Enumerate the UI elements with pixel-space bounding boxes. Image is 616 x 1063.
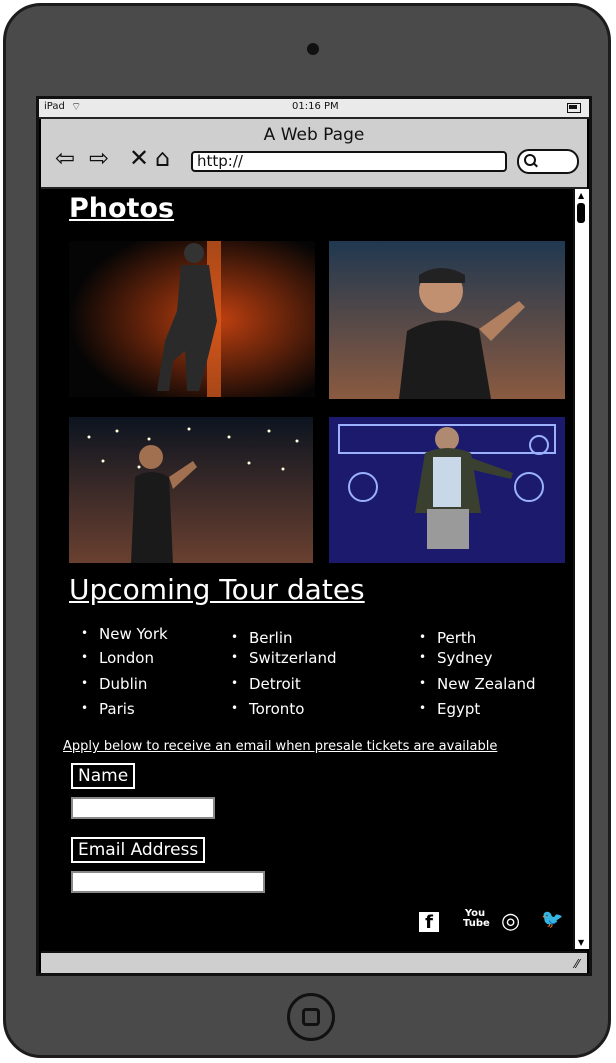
tour-city: Dublin	[81, 675, 148, 693]
facebook-icon[interactable]: f	[419, 909, 439, 933]
browser-bottom-bar: ⁄⁄	[41, 951, 587, 973]
status-time: 01:16 PM	[292, 101, 339, 112]
email-label: Email Address	[71, 837, 206, 863]
tour-city: Paris	[81, 700, 135, 718]
name-input[interactable]	[71, 797, 215, 819]
concert-photo-1[interactable]	[69, 241, 315, 397]
concert-photo-3[interactable]	[69, 417, 313, 563]
url-input[interactable]: http://	[191, 151, 507, 172]
concert-photo-2[interactable]	[329, 241, 565, 399]
name-label: Name	[71, 763, 136, 789]
home-button[interactable]	[287, 993, 335, 1041]
tour-city: New York	[81, 625, 168, 643]
tour-city: Sydney	[419, 649, 492, 667]
twitter-icon[interactable]: 🐦	[541, 909, 563, 930]
scroll-up-icon[interactable]: ▲	[578, 191, 584, 200]
wifi-icon: ⌔	[71, 100, 82, 113]
tour-city: Egypt	[419, 700, 480, 718]
device-label: iPad	[44, 101, 65, 112]
tour-city: London	[81, 649, 154, 667]
forward-arrow-icon[interactable]: ⇨	[89, 146, 109, 170]
status-bar: iPad ⌔ 01:16 PM	[39, 99, 589, 119]
youtube-icon[interactable]: You Tube	[463, 909, 490, 929]
tablet-frame: iPad ⌔ 01:16 PM A Web Page ⇦ ⇨ ✕ ⌂ http:…	[3, 3, 611, 1058]
camera-dot	[307, 43, 319, 55]
tour-city: Perth	[419, 629, 476, 647]
search-icon	[524, 154, 536, 166]
tour-city: Detroit	[231, 675, 301, 693]
page-title: A Web Page	[263, 125, 365, 145]
concert-photo-4[interactable]	[329, 417, 565, 563]
resize-grip-icon[interactable]: ⁄⁄	[575, 957, 579, 971]
browser-chrome: A Web Page ⇦ ⇨ ✕ ⌂ http://	[41, 119, 587, 190]
tour-city: New Zealand	[419, 675, 536, 693]
battery-icon	[567, 103, 581, 113]
page-content: Photos Upcoming Tour dates • New York • …	[39, 189, 573, 949]
tour-city: Switzerland	[231, 649, 336, 667]
screen: iPad ⌔ 01:16 PM A Web Page ⇦ ⇨ ✕ ⌂ http:…	[36, 96, 592, 976]
tour-city: Berlin	[231, 629, 292, 647]
scroll-down-icon[interactable]: ▼	[578, 938, 584, 947]
search-field[interactable]	[517, 149, 579, 174]
photos-heading: Photos	[69, 193, 175, 224]
close-icon[interactable]: ✕	[129, 146, 149, 170]
presale-link[interactable]: Apply below to receive an email when pre…	[63, 739, 497, 754]
vertical-scrollbar[interactable]: ▲ ▼	[573, 189, 589, 949]
home-icon[interactable]: ⌂	[155, 146, 170, 170]
scroll-thumb[interactable]	[577, 203, 585, 223]
back-arrow-icon[interactable]: ⇦	[55, 146, 75, 170]
tour-city: Toronto	[231, 700, 304, 718]
instagram-icon[interactable]: ◎	[501, 909, 520, 934]
email-input[interactable]	[71, 871, 265, 893]
tour-heading: Upcoming Tour dates	[69, 573, 365, 606]
